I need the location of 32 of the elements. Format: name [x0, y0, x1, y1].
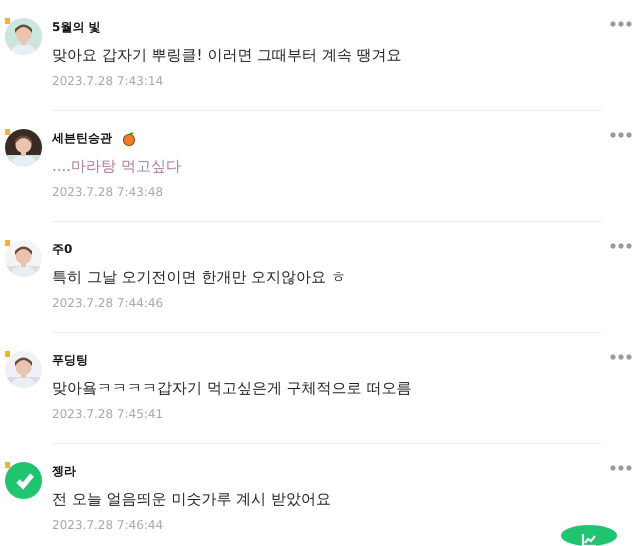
timestamp: 2023.7.28 7:46:44 — [52, 518, 164, 532]
timestamp: 2023.7.28 7:44:46 — [52, 296, 164, 310]
level-icon — [5, 240, 10, 246]
more-button[interactable] — [610, 353, 632, 361]
comment-text: 전 오늘 얼음띄운 미숫가루 계시 받았어요 — [52, 489, 332, 510]
comment-text: 특히 그날 오기전이면 한개만 오지않아요 ㅎ — [52, 267, 347, 288]
more-button[interactable] — [610, 20, 632, 28]
more-icon — [610, 465, 632, 471]
author-name[interactable]: 푸딩팅 — [52, 352, 88, 368]
author-name[interactable]: 세븐틴승관 — [52, 130, 112, 146]
timestamp: 2023.7.28 7:43:48 — [52, 185, 164, 199]
more-icon — [610, 132, 632, 138]
author-name[interactable]: 주0 — [52, 240, 72, 258]
timestamp: 2023.7.28 7:43:14 — [52, 74, 164, 88]
logo-icon — [5, 462, 42, 499]
comment-text: ....마라탕 먹고싶다 — [52, 156, 182, 177]
author-name[interactable]: 5월의 빛 — [52, 18, 101, 36]
level-icon — [5, 129, 10, 135]
more-button[interactable] — [610, 131, 632, 139]
more-icon — [610, 21, 632, 27]
more-button[interactable] — [610, 464, 632, 472]
more-icon — [610, 354, 632, 360]
author-name[interactable]: 젱라 — [52, 462, 76, 480]
more-icon — [610, 243, 632, 249]
comment-text: 맞아욬ㅋㅋㅋㅋ갑자기 먹고싶은게 구체적으로 떠오름 — [52, 378, 412, 399]
level-icon — [5, 351, 10, 357]
timestamp: 2023.7.28 7:45:41 — [52, 407, 164, 421]
comment-text: 맞아요 갑자기 뿌링클! 이러면 그때부터 계속 땡겨요 — [52, 45, 403, 66]
chart-icon — [581, 533, 597, 546]
level-icon — [5, 462, 10, 468]
level-icon — [5, 18, 10, 24]
more-button[interactable] — [610, 242, 632, 250]
